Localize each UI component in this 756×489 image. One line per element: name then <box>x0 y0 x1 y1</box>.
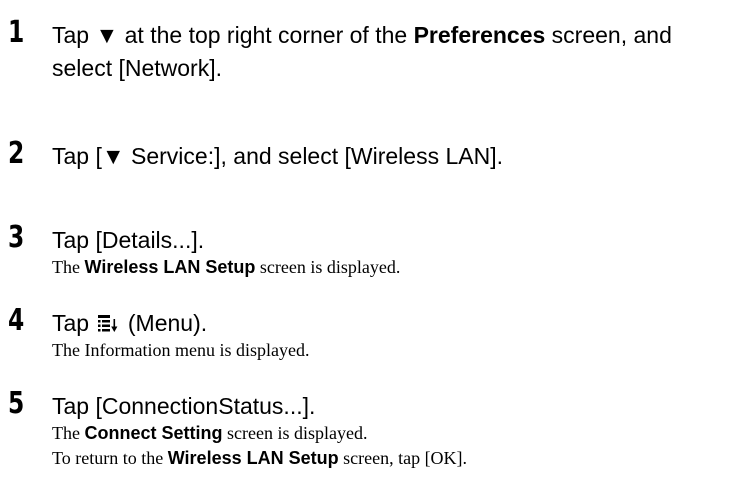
step-number: 5 <box>8 386 25 421</box>
step-number: 2 <box>8 136 25 171</box>
screen-name: Preferences <box>413 22 546 48</box>
step-result: The Wireless LAN Setup screen is display… <box>52 257 401 277</box>
step-number: 4 <box>8 303 25 338</box>
step-number: 3 <box>8 220 25 255</box>
screen-name: Wireless LAN Setup <box>167 448 339 468</box>
step-result-return: To return to the Wireless LAN Setup scre… <box>52 448 468 468</box>
step-instruction: Tap [▼ Service:], and select [Wireless L… <box>52 143 503 169</box>
step-number: 1 <box>8 15 25 50</box>
step-instruction: Tap [Details...]. <box>52 227 205 253</box>
step-result: The Connect Setting screen is displayed. <box>52 423 368 443</box>
step-instruction: Tap ▼ at the top right corner of the Pre… <box>52 22 672 81</box>
step-instruction: Tap [ConnectionStatus...]. <box>52 393 316 419</box>
screen-name: Wireless LAN Setup <box>84 257 256 277</box>
step-result: The Information menu is displayed. <box>52 340 310 360</box>
screen-name: Connect Setting <box>84 423 223 443</box>
